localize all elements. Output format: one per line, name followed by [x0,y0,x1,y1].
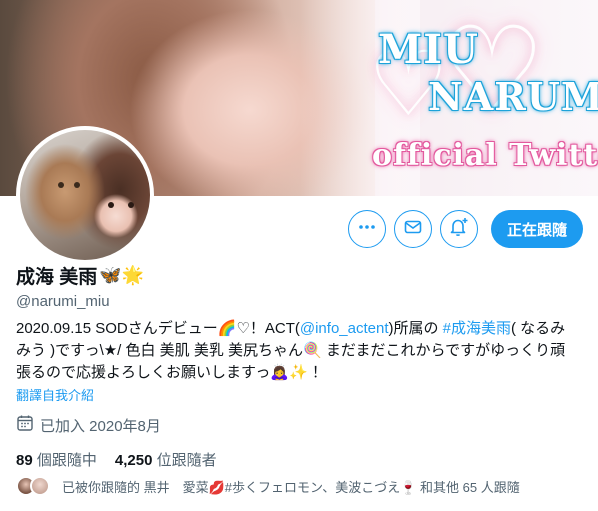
calendar-icon [16,414,34,436]
profile-avatar[interactable] [16,126,154,264]
avatar-detail [74,182,80,188]
following-count: 89 [16,452,33,469]
bio-text: )所属の [388,320,443,337]
banner-title-miu: MIU [378,26,479,73]
banner-subtitle: official Twitter [372,138,598,173]
following-link[interactable]: 89 個跟隨中 [16,449,97,470]
more-button[interactable] [348,210,386,248]
display-name: 成海 美雨 [16,267,98,288]
avatar-detail [108,202,114,208]
mail-icon [403,217,423,242]
joined-date: 已加入 2020年8月 [16,414,161,436]
joined-label: 已加入 2020年8月 [40,417,161,435]
mutual-avatars [16,476,52,496]
following-label: 個跟隨中 [36,452,97,469]
followers-you-know[interactable]: 已被你跟隨的 黒井 愛菜💋#歩くフェロモン、美波こづえ🍷 和其他 65 人跟隨 [16,476,520,496]
followed-by-text: 已被你跟隨的 黒井 愛菜💋#歩くフェロモン、美波こづえ🍷 和其他 65 人跟隨 [62,479,520,495]
bio-mention-link[interactable]: @info_actent [300,320,389,337]
avatar-detail [58,182,64,188]
bio-text: 2020.09.15 SODさんデビュー🌈♡！ACT( [16,320,300,337]
followers-count: 4,250 [114,452,153,469]
bell-plus-icon [448,216,470,243]
notifications-button[interactable] [440,210,478,248]
follow-counts: 89 個跟隨中 4,250 位跟隨者 [16,449,217,470]
followers-label: 位跟隨者 [156,452,217,469]
more-icon [357,217,377,242]
bio-hashtag-link[interactable]: #成海美雨 [443,320,511,337]
mutual-avatar [30,476,50,496]
followers-link[interactable]: 4,250 位跟隨者 [115,449,217,470]
avatar-detail [128,202,134,208]
name-row: 成海 美雨 🦋🌟 [16,262,144,289]
profile-bio: 2020.09.15 SODさんデビュー🌈♡！ACT(@info_actent)… [16,318,576,384]
translate-bio-link[interactable]: 翻譯自我介紹 [16,385,94,404]
message-button[interactable] [394,210,432,248]
following-button[interactable]: 正在跟隨 [491,210,583,248]
user-handle: @narumi_miu [16,293,110,310]
banner-title-narumi: NARUMI [428,74,598,119]
name-emoji: 🦋🌟 [99,265,145,285]
